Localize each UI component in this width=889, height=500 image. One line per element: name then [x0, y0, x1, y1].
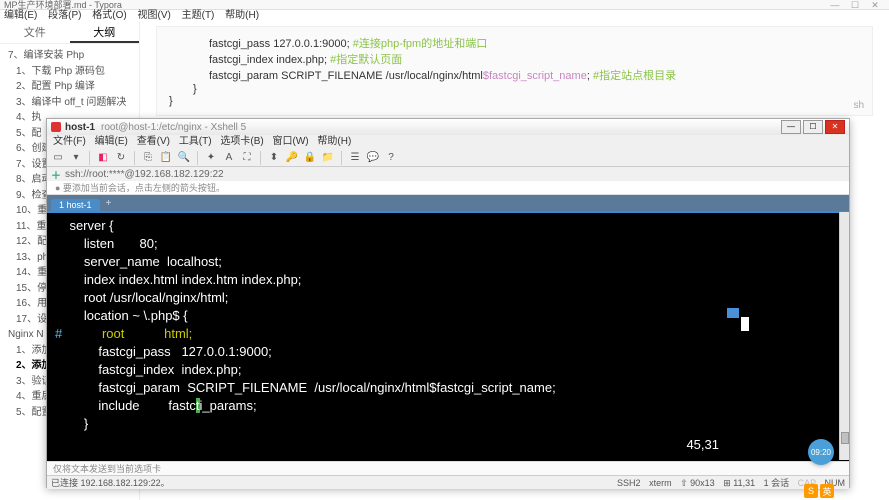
- xshell-menubar[interactable]: 文件(F) 编辑(E) 查看(V) 工具(T) 选项卡(B) 窗口(W) 帮助(…: [47, 135, 849, 149]
- xshell-tab-host1[interactable]: 1 host-1: [51, 199, 100, 211]
- status-sessions: 1 会话: [764, 478, 790, 488]
- typora-titlebar: MP生产环境部署.md - Typora —☐✕: [0, 0, 889, 10]
- code-line: fastcgi_index index.php;: [209, 54, 327, 66]
- xshell-subtitle: root@host-1:/etc/nginx - Xshell 5: [101, 122, 246, 133]
- xshell-statusbar: 已连接 192.168.182.129:22。 SSH2 xterm ⇧ 90x…: [47, 475, 849, 489]
- xshell-title: host-1: [65, 122, 95, 133]
- scrollbar-thumb[interactable]: [841, 432, 849, 444]
- key-icon[interactable]: 🔑: [285, 151, 299, 165]
- code-comment: #指定默认页面: [330, 54, 402, 66]
- color-icon[interactable]: ◧: [96, 151, 110, 165]
- session-icon[interactable]: ☰: [348, 151, 362, 165]
- typora-menubar[interactable]: 编辑(E) 段落(P) 格式(O) 视图(V) 主题(T) 帮助(H): [0, 10, 889, 22]
- xs-menu-window[interactable]: 窗口(W): [273, 136, 309, 147]
- typora-window-controls[interactable]: —☐✕: [825, 0, 885, 9]
- sidebar-tab-files[interactable]: 文件: [0, 22, 70, 43]
- menu-view[interactable]: 视图(V): [137, 10, 170, 21]
- xshell-window[interactable]: host-1root@host-1:/etc/nginx - Xshell 5 …: [46, 118, 850, 488]
- xs-close-button[interactable]: ✕: [825, 120, 845, 134]
- menu-theme[interactable]: 主题(T): [182, 10, 215, 21]
- xshell-toolbar[interactable]: ▭ ▾ ◧ ↻ ⎘ 📋 🔍 ✦ A ⛶ ⬍ 🔑 🔒 📁 ☰ 💬 ?: [47, 149, 849, 167]
- sidebar-tab-outline[interactable]: 大纲: [70, 22, 140, 43]
- new-tab-icon[interactable]: +: [106, 198, 112, 209]
- lock-icon[interactable]: 🔒: [303, 151, 317, 165]
- outline-item[interactable]: 2、配置 Php 编译: [0, 79, 139, 95]
- outline-item[interactable]: 1、下载 Php 源码包: [0, 64, 139, 80]
- xs-menu-help[interactable]: 帮助(H): [317, 136, 351, 147]
- xshell-titlebar[interactable]: host-1root@host-1:/etc/nginx - Xshell 5 …: [47, 119, 849, 135]
- menu-paragraph[interactable]: 段落(P): [48, 10, 81, 21]
- xshell-app-icon: [51, 122, 61, 132]
- clock-widget[interactable]: 09:20: [808, 439, 834, 465]
- xshell-hint: ● 要添加当前会话，点击左侧的箭头按钮。: [47, 181, 849, 195]
- code-lang-badge: sh: [853, 100, 864, 111]
- xshell-address-bar[interactable]: ＋ ssh://root:****@192.168.182.129:22: [47, 167, 849, 181]
- code-line: fastcgi_param SCRIPT_FILENAME /usr/local…: [209, 70, 483, 82]
- xs-menu-view[interactable]: 查看(V): [137, 136, 170, 147]
- ime-s-icon[interactable]: S: [804, 484, 818, 498]
- code-var: $fastcgi_script_name: [483, 70, 587, 82]
- xs-menu-edit[interactable]: 编辑(E): [95, 136, 128, 147]
- close-icon[interactable]: ✕: [865, 0, 885, 10]
- code-comment: #连接php-fpm的地址和端口: [353, 38, 487, 50]
- paste-icon[interactable]: 📋: [159, 151, 173, 165]
- code-comment: #指定站点根目录: [593, 70, 676, 82]
- status-xterm: xterm: [649, 478, 672, 488]
- status-size: ⇧ 90x13: [680, 478, 715, 488]
- xs-menu-file[interactable]: 文件(F): [53, 136, 86, 147]
- send-text-hint: 仅将文本发送到当前选项卡: [47, 461, 849, 475]
- terminal-scrollbar[interactable]: [839, 212, 849, 460]
- code-line: fastcgi_pass 127.0.0.1:9000;: [209, 38, 350, 50]
- open-icon[interactable]: ▾: [69, 151, 83, 165]
- outline-item[interactable]: 3、编译中 off_t 问题解决: [0, 95, 139, 111]
- menu-help[interactable]: 帮助(H): [225, 10, 259, 21]
- transfer-icon[interactable]: ⬍: [267, 151, 281, 165]
- selection-block: [727, 308, 739, 318]
- typora-title: MP生产环境部署.md - Typora: [4, 0, 122, 9]
- reconnect-icon[interactable]: ↻: [114, 151, 128, 165]
- font-icon[interactable]: A: [222, 151, 236, 165]
- folder-icon[interactable]: 📁: [321, 151, 335, 165]
- xs-menu-tools[interactable]: 工具(T): [179, 136, 212, 147]
- minimize-icon[interactable]: —: [825, 0, 845, 10]
- xs-maximize-button[interactable]: ☐: [803, 120, 823, 134]
- zoom-icon[interactable]: ✦: [204, 151, 218, 165]
- xs-menu-tab[interactable]: 选项卡(B): [220, 136, 263, 147]
- menu-format[interactable]: 格式(O): [92, 10, 126, 21]
- xshell-tabstrip[interactable]: 1 host-1 +: [47, 195, 849, 211]
- maximize-icon[interactable]: ☐: [845, 0, 865, 10]
- ime-indicator[interactable]: S英: [804, 484, 834, 498]
- outline-item[interactable]: 7、编译安装 Php: [0, 48, 139, 64]
- code-block: fastcgi_pass 127.0.0.1:9000; #连接php-fpm的…: [156, 26, 873, 116]
- copy-icon[interactable]: ⎘: [141, 151, 155, 165]
- new-session-icon[interactable]: ▭: [51, 151, 65, 165]
- terminal[interactable]: server { listen 80; server_name localhos…: [47, 211, 849, 461]
- status-connected: 已连接 192.168.182.129:22。: [51, 476, 170, 489]
- ime-cn-icon[interactable]: 英: [820, 484, 834, 498]
- chat-icon[interactable]: 💬: [366, 151, 380, 165]
- ssh-address: ssh://root:****@192.168.182.129:22: [65, 169, 224, 180]
- menu-edit[interactable]: 编辑(E): [4, 10, 37, 21]
- status-rowcol: ⊞ 11,31: [723, 478, 755, 488]
- search-icon[interactable]: 🔍: [177, 151, 191, 165]
- fullscreen-icon[interactable]: ⛶: [240, 151, 254, 165]
- add-session-icon[interactable]: ＋: [51, 167, 61, 182]
- help-icon[interactable]: ?: [384, 151, 398, 165]
- selection-block: [741, 317, 749, 331]
- cursor-position: 45,31: [686, 437, 719, 452]
- xs-minimize-button[interactable]: —: [781, 120, 801, 134]
- status-ssh2: SSH2: [617, 478, 641, 488]
